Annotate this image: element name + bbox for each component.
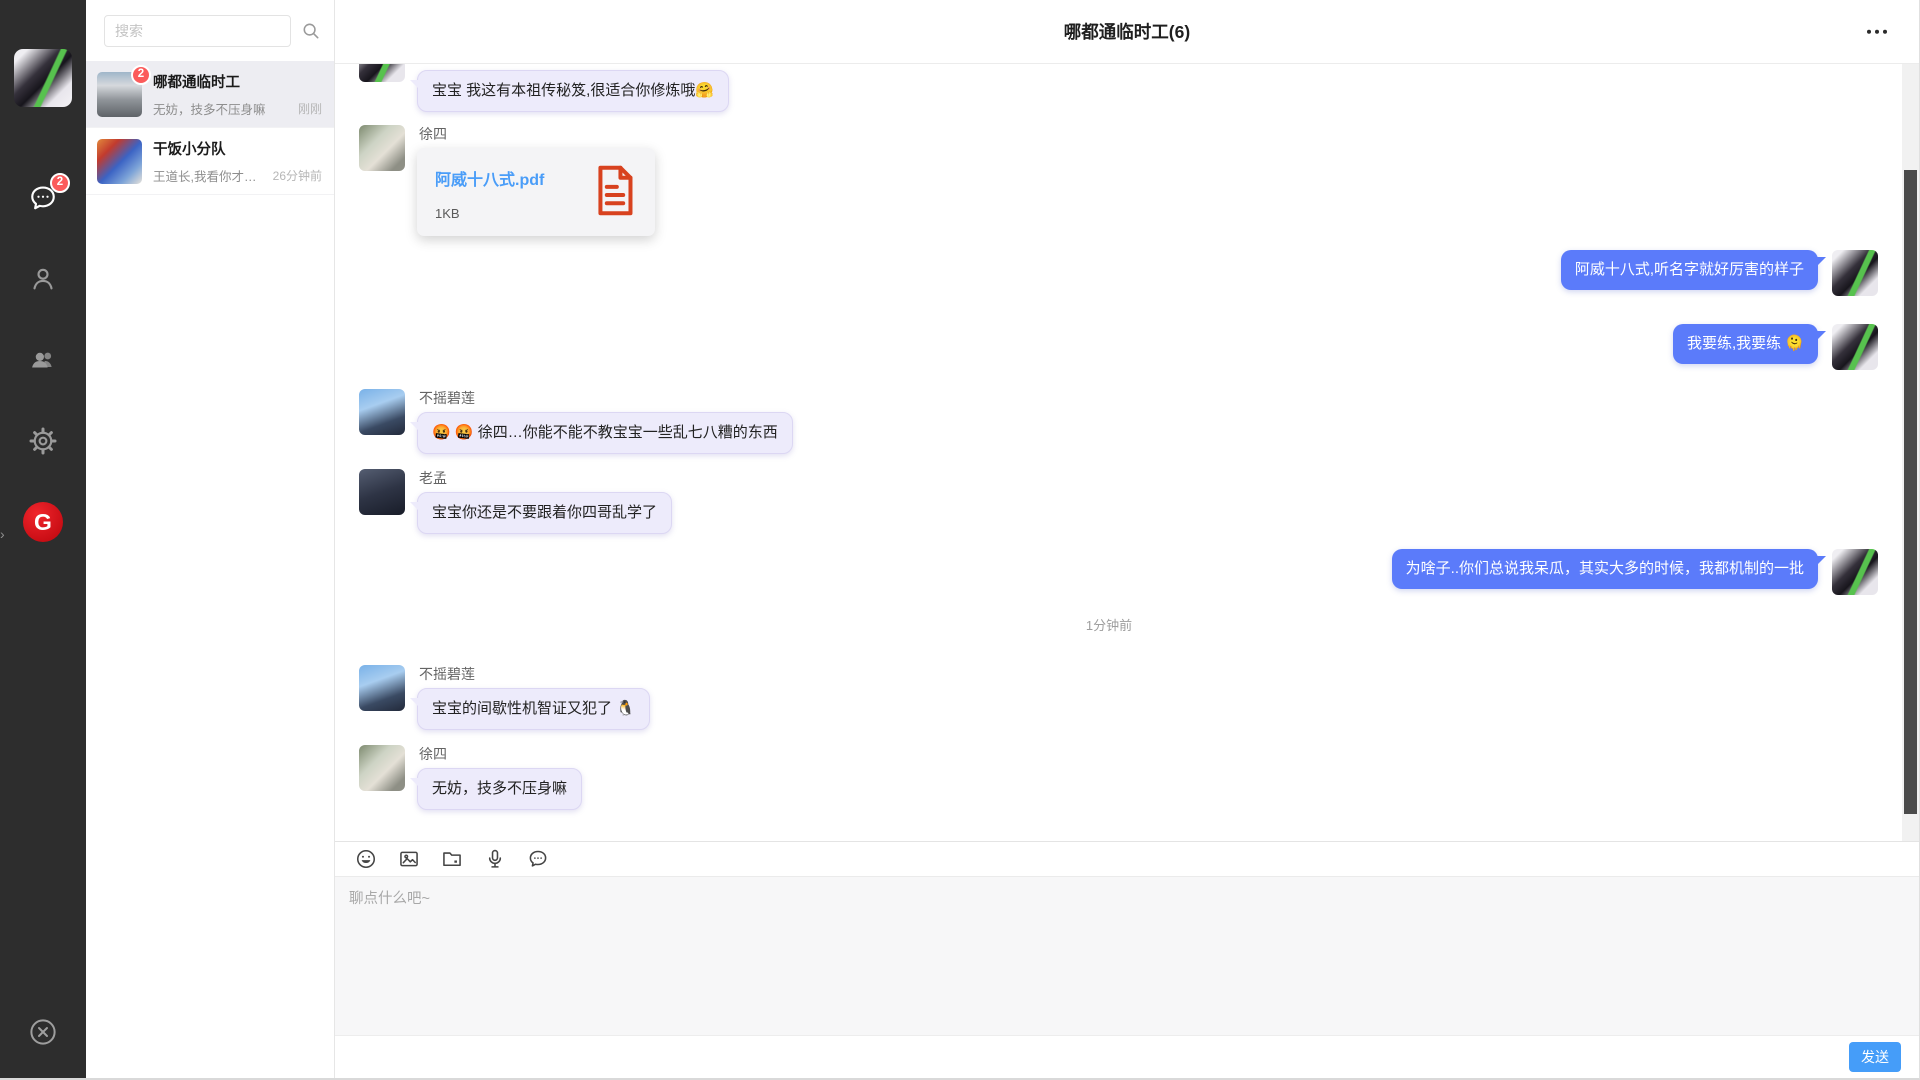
- avatar[interactable]: [359, 125, 405, 171]
- search-icon[interactable]: [296, 16, 326, 46]
- send-button[interactable]: 发送: [1849, 1042, 1901, 1072]
- composer-toolbar: [335, 842, 1919, 877]
- message-input-zone: [335, 877, 1919, 1035]
- avatar[interactable]: [1832, 324, 1878, 370]
- sender-name: 徐四: [419, 126, 447, 142]
- logout-close-icon[interactable]: [28, 1017, 58, 1052]
- file-size: 1KB: [435, 206, 544, 221]
- time-divider: 1分钟前: [359, 615, 1859, 634]
- nav-sidebar: 2: [0, 0, 86, 1078]
- more-options-icon[interactable]: [1865, 23, 1890, 40]
- group-people-icon: [28, 345, 58, 375]
- message-bubble: 无妨，技多不压身嘛: [417, 768, 582, 810]
- chat-title: 哪都通临时工: [153, 71, 322, 92]
- chat-main: 哪都通临时工(6) 宝宝 我这有本祖传秘笈,很适合你修炼哦🤗 徐四 阿威十八式.…: [335, 0, 1919, 1078]
- chat-list-item-group[interactable]: 干饭小分队 王道长,我看你才… 26分钟前: [86, 128, 334, 195]
- scrollbar-track: [1902, 64, 1919, 841]
- message-bubble: 🤬 🤬 徐四…你能不能不教宝宝一些乱七八糟的东西: [417, 412, 793, 454]
- search-input[interactable]: [104, 15, 291, 47]
- avatar[interactable]: [359, 469, 405, 515]
- avatar[interactable]: [359, 389, 405, 435]
- panel-collapse-arrow[interactable]: ›: [0, 527, 5, 541]
- unread-badge: 2: [131, 65, 151, 85]
- message-row: 阿威十八式,听名字就好厉害的样子: [359, 250, 1879, 296]
- message-row: 为啥子..你们总说我呆瓜，其实大多的时候，我都机制的一批: [359, 549, 1879, 595]
- sender-name: 徐四: [419, 746, 447, 762]
- avatar[interactable]: [1832, 549, 1878, 595]
- chat-preview: 无妨，技多不压身嘛: [153, 99, 292, 118]
- send-row: 发送: [335, 1035, 1919, 1078]
- chat-avatar: 2: [97, 72, 142, 117]
- pdf-document-icon: [593, 165, 637, 221]
- gear-icon: [28, 426, 58, 456]
- chat-title: 干饭小分队: [153, 138, 322, 159]
- message-bubble: 阿威十八式,听名字就好厉害的样子: [1561, 250, 1818, 290]
- conversation-list: 2 哪都通临时工 无妨，技多不压身嘛 刚刚 干饭小分队 王道长,我看你才… 26…: [86, 0, 335, 1078]
- message-row: 老孟 宝宝你还是不要跟着你四哥乱学了: [359, 469, 1879, 534]
- sender-name: 不摇碧莲: [419, 390, 475, 406]
- avatar[interactable]: [359, 745, 405, 791]
- contact-person-icon: [28, 264, 58, 294]
- message-bubble: 宝宝的间歇性机智证又犯了 🐧: [417, 688, 650, 730]
- chat-history-icon[interactable]: [524, 845, 552, 873]
- page-title: 哪都通临时工(6): [1064, 19, 1190, 44]
- chat-preview: 王道长,我看你才…: [153, 166, 267, 185]
- message-bubble: 宝宝你还是不要跟着你四哥乱学了: [417, 492, 672, 534]
- sender-name: 老孟: [419, 470, 447, 486]
- file-folder-icon[interactable]: [438, 845, 466, 873]
- sidebar-item-contacts[interactable]: [25, 261, 61, 297]
- message-row: 我要练,我要练 🫠: [359, 324, 1879, 370]
- chat-timestamp: 刚刚: [298, 100, 322, 117]
- message-row: 不摇碧莲 🤬 🤬 徐四…你能不能不教宝宝一些乱七八糟的东西: [359, 389, 1879, 454]
- sidebar-item-settings[interactable]: [25, 423, 61, 459]
- search-bar: [86, 0, 334, 61]
- message-bubble: 我要练,我要练 🫠: [1673, 324, 1818, 364]
- message-row: 徐四 阿威十八式.pdf 1KB: [359, 125, 1879, 236]
- file-name[interactable]: 阿威十八式.pdf: [435, 166, 544, 190]
- chat-header: 哪都通临时工(6): [335, 0, 1919, 64]
- message-row: 不摇碧莲 宝宝的间歇性机智证又犯了 🐧: [359, 665, 1879, 730]
- scrollbar-thumb[interactable]: [1904, 170, 1917, 814]
- avatar[interactable]: [359, 64, 405, 82]
- message-bubble: 宝宝 我这有本祖传秘笈,很适合你修炼哦🤗: [417, 70, 729, 112]
- unread-badge: 2: [50, 173, 70, 193]
- chat-timestamp: 26分钟前: [273, 167, 322, 184]
- chat-list-item-group[interactable]: 2 哪都通临时工 无妨，技多不压身嘛 刚刚: [86, 61, 334, 128]
- image-upload-icon[interactable]: [395, 845, 423, 873]
- app-window: 2: [0, 0, 1920, 1080]
- sidebar-item-chats[interactable]: 2: [25, 180, 61, 216]
- chat-avatar: [97, 139, 142, 184]
- avatar[interactable]: [359, 665, 405, 711]
- file-attachment-card[interactable]: 阿威十八式.pdf 1KB: [417, 148, 655, 236]
- sidebar-item-groups[interactable]: [25, 342, 61, 378]
- emoji-icon[interactable]: [352, 845, 380, 873]
- message-row: 徐四 无妨，技多不压身嘛: [359, 745, 1879, 810]
- message-bubble: 为啥子..你们总说我呆瓜，其实大多的时候，我都机制的一批: [1392, 549, 1818, 589]
- message-scroll-area: 宝宝 我这有本祖传秘笈,很适合你修炼哦🤗 徐四 阿威十八式.pdf 1KB: [335, 64, 1919, 841]
- avatar[interactable]: [1832, 250, 1878, 296]
- sender-name: 不摇碧莲: [419, 666, 475, 682]
- microphone-icon[interactable]: [481, 845, 509, 873]
- message-row: 宝宝 我这有本祖传秘笈,很适合你修炼哦🤗: [359, 67, 1879, 112]
- g-brand-logo[interactable]: G: [23, 502, 63, 542]
- user-avatar[interactable]: [14, 49, 72, 107]
- message-composer: 发送: [335, 841, 1919, 1078]
- message-input[interactable]: [335, 877, 1919, 1035]
